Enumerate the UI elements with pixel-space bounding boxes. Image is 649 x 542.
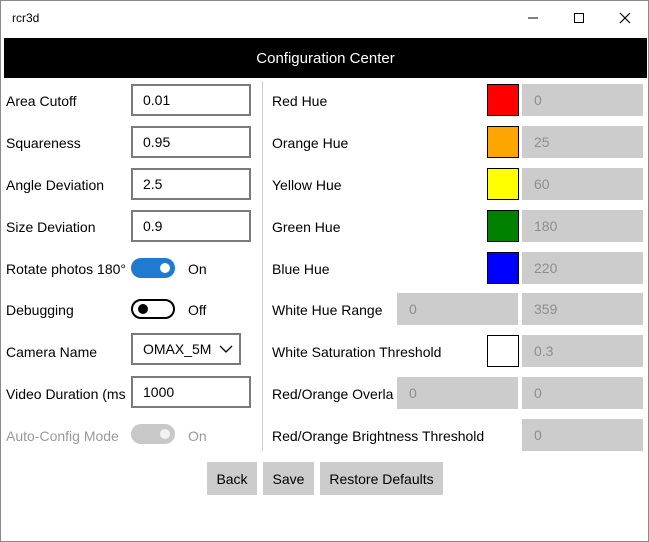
minimize-button[interactable]	[510, 1, 556, 35]
angle-deviation-label: Angle Deviation	[6, 177, 105, 193]
white-saturation-label: White Saturation Threshold	[272, 344, 442, 360]
rotate-photos-label: Rotate photos 180°	[6, 261, 127, 277]
red-hue-swatch[interactable]	[487, 84, 519, 116]
rotate-photos-state: On	[188, 261, 207, 277]
white-saturation-input: 0.3	[522, 335, 643, 367]
red-orange-brightness-input: 0	[522, 419, 643, 451]
yellow-hue-label: Yellow Hue	[272, 177, 342, 193]
save-button[interactable]: Save	[263, 462, 314, 495]
close-button[interactable]	[602, 1, 648, 35]
toggle-knob	[160, 263, 170, 273]
white-hue-min-input: 0	[397, 293, 518, 325]
green-hue-input: 180	[522, 210, 643, 242]
blue-hue-label: Blue Hue	[272, 261, 330, 277]
area-cutoff-label: Area Cutoff	[6, 93, 77, 109]
toggle-knob	[138, 304, 148, 314]
green-hue-value: 180	[534, 218, 558, 234]
title-bar: rcr3d	[1, 1, 648, 35]
red-hue-value: 0	[534, 92, 542, 108]
white-hue-max-input: 359	[522, 293, 643, 325]
close-icon	[619, 12, 631, 24]
maximize-button[interactable]	[556, 1, 602, 35]
squareness-input[interactable]	[131, 126, 251, 158]
column-divider	[262, 81, 263, 451]
camera-name-value: OMAX_5M	[143, 341, 212, 357]
white-hue-min-value: 0	[409, 301, 417, 317]
red-hue-input: 0	[522, 84, 643, 116]
red-hue-label: Red Hue	[272, 93, 328, 109]
white-saturation-swatch[interactable]	[487, 335, 519, 367]
area-cutoff-input[interactable]	[131, 84, 251, 116]
back-button[interactable]: Back	[207, 462, 257, 495]
blue-hue-value: 220	[534, 260, 558, 276]
white-saturation-value: 0.3	[534, 343, 554, 359]
orange-hue-input: 25	[522, 126, 643, 158]
rotate-photos-toggle[interactable]	[131, 258, 175, 278]
orange-hue-label: Orange Hue	[272, 135, 349, 151]
yellow-hue-input: 60	[522, 168, 643, 200]
debugging-state: Off	[188, 302, 207, 318]
red-orange-overlap-min-input: 0	[397, 377, 518, 409]
size-deviation-label: Size Deviation	[6, 219, 96, 235]
debugging-label: Debugging	[6, 302, 74, 318]
camera-name-select[interactable]: OMAX_5M	[131, 333, 241, 365]
blue-hue-input: 220	[522, 252, 643, 284]
chevron-down-icon	[219, 345, 233, 353]
auto-config-toggle	[131, 424, 175, 444]
auto-config-label: Auto-Config Mode	[6, 428, 119, 444]
angle-deviation-input[interactable]	[131, 168, 251, 200]
maximize-icon	[574, 13, 584, 23]
red-orange-overlap-max-value: 0	[534, 385, 542, 401]
red-orange-brightness-label: Red/Orange Brightness Threshold	[272, 428, 485, 444]
size-deviation-input[interactable]	[131, 210, 251, 242]
page-title: Configuration Center	[256, 49, 395, 67]
header-bar: Configuration Center	[4, 38, 647, 78]
blue-hue-swatch[interactable]	[487, 252, 519, 284]
toggle-knob	[160, 429, 170, 439]
red-orange-overlap-label: Red/Orange Overla	[272, 386, 394, 402]
orange-hue-swatch[interactable]	[487, 126, 519, 158]
red-orange-overlap-min-value: 0	[409, 385, 417, 401]
minimize-icon	[528, 17, 538, 19]
video-duration-label: Video Duration (ms	[6, 386, 126, 402]
orange-hue-value: 25	[534, 134, 550, 150]
auto-config-state: On	[188, 428, 207, 444]
red-orange-overlap-max-input: 0	[522, 377, 643, 409]
white-hue-range-label: White Hue Range	[272, 302, 383, 318]
window-title: rcr3d	[12, 11, 40, 25]
green-hue-swatch[interactable]	[487, 210, 519, 242]
app-window: rcr3d Configuration Center Area Cutoff S…	[0, 0, 649, 542]
white-hue-max-value: 359	[534, 301, 558, 317]
video-duration-input[interactable]	[131, 376, 251, 408]
red-orange-brightness-value: 0	[534, 427, 542, 443]
squareness-label: Squareness	[6, 135, 81, 151]
camera-name-label: Camera Name	[6, 344, 98, 360]
green-hue-label: Green Hue	[272, 219, 341, 235]
debugging-toggle[interactable]	[131, 299, 175, 319]
restore-defaults-button[interactable]: Restore Defaults	[320, 462, 443, 495]
yellow-hue-swatch[interactable]	[487, 168, 519, 200]
yellow-hue-value: 60	[534, 176, 550, 192]
